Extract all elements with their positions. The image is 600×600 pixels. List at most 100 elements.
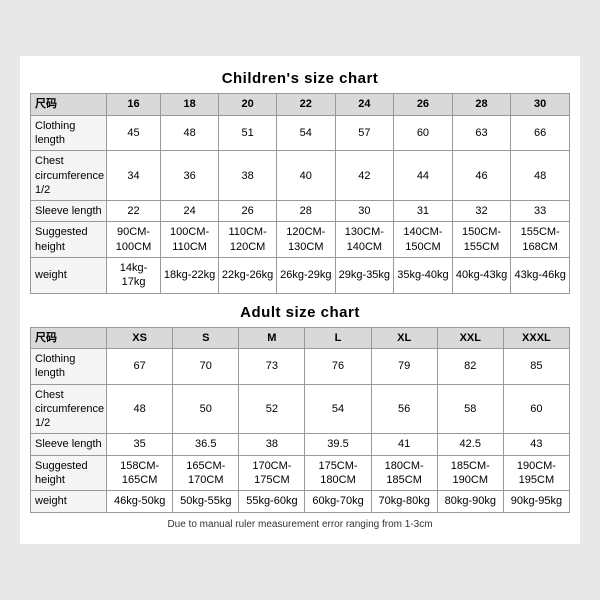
row-label: Sleeve length: [31, 434, 107, 455]
children-chart-title: Children's size chart: [30, 70, 570, 87]
row-label: Chest circumference 1/2: [31, 384, 107, 434]
row-label: Clothing length: [31, 115, 107, 151]
row-value: 120CM-130CM: [277, 222, 336, 258]
row-value: 42: [335, 151, 394, 201]
row-value: 40kg-43kg: [452, 258, 511, 294]
header-size: M: [239, 327, 305, 348]
row-label: weight: [31, 258, 107, 294]
row-value: 76: [305, 348, 371, 384]
row-value: 39.5: [305, 434, 371, 455]
row-value: 57: [335, 115, 394, 151]
row-value: 14kg-17kg: [107, 258, 161, 294]
row-value: 90CM-100CM: [107, 222, 161, 258]
row-value: 34: [107, 151, 161, 201]
adult-chart-title: Adult size chart: [30, 304, 570, 321]
row-value: 60: [503, 384, 569, 434]
table-row: Clothing length67707376798285: [31, 348, 570, 384]
header-size: 20: [219, 94, 277, 115]
row-value: 155CM-168CM: [511, 222, 570, 258]
row-value: 35kg-40kg: [394, 258, 453, 294]
header-size: 26: [394, 94, 453, 115]
table-row: Clothing length4548515457606366: [31, 115, 570, 151]
row-value: 180CM-185CM: [371, 455, 437, 491]
row-value: 32: [452, 201, 511, 222]
row-value: 28: [277, 201, 336, 222]
row-value: 63: [452, 115, 511, 151]
row-value: 85: [503, 348, 569, 384]
row-label: Clothing length: [31, 348, 107, 384]
row-value: 90kg-95kg: [503, 491, 569, 512]
row-value: 45: [107, 115, 161, 151]
row-value: 33: [511, 201, 570, 222]
row-value: 50kg-55kg: [173, 491, 239, 512]
row-value: 50: [173, 384, 239, 434]
row-value: 73: [239, 348, 305, 384]
header-size: L: [305, 327, 371, 348]
header-label: 尺码: [31, 327, 107, 348]
row-value: 60: [394, 115, 453, 151]
row-value: 110CM-120CM: [219, 222, 277, 258]
row-value: 35: [107, 434, 173, 455]
row-value: 55kg-60kg: [239, 491, 305, 512]
header-label: 尺码: [31, 94, 107, 115]
header-size: 22: [277, 94, 336, 115]
row-value: 38: [239, 434, 305, 455]
row-value: 22: [107, 201, 161, 222]
row-value: 150CM-155CM: [452, 222, 511, 258]
row-value: 52: [239, 384, 305, 434]
header-size: S: [173, 327, 239, 348]
row-label: Suggested height: [31, 455, 107, 491]
row-value: 54: [305, 384, 371, 434]
header-size: XXL: [437, 327, 503, 348]
table-row: weight46kg-50kg50kg-55kg55kg-60kg60kg-70…: [31, 491, 570, 512]
row-value: 70kg-80kg: [371, 491, 437, 512]
row-label: weight: [31, 491, 107, 512]
row-label: Sleeve length: [31, 201, 107, 222]
row-value: 165CM-170CM: [173, 455, 239, 491]
header-size: XL: [371, 327, 437, 348]
header-size: 18: [160, 94, 218, 115]
row-value: 42.5: [437, 434, 503, 455]
row-value: 41: [371, 434, 437, 455]
row-label: Chest circumference 1/2: [31, 151, 107, 201]
row-value: 26: [219, 201, 277, 222]
table-row: Chest circumference 1/248505254565860: [31, 384, 570, 434]
row-value: 67: [107, 348, 173, 384]
row-value: 30: [335, 201, 394, 222]
header-size: 30: [511, 94, 570, 115]
row-value: 190CM-195CM: [503, 455, 569, 491]
header-size: 24: [335, 94, 394, 115]
row-value: 46kg-50kg: [107, 491, 173, 512]
row-value: 140CM-150CM: [394, 222, 453, 258]
row-value: 54: [277, 115, 336, 151]
size-chart-container: Children's size chart 尺码1618202224262830…: [20, 56, 580, 543]
row-value: 51: [219, 115, 277, 151]
row-label: Suggested height: [31, 222, 107, 258]
row-value: 60kg-70kg: [305, 491, 371, 512]
row-value: 100CM-110CM: [160, 222, 218, 258]
row-value: 170CM-175CM: [239, 455, 305, 491]
row-value: 18kg-22kg: [160, 258, 218, 294]
table-row: Suggested height90CM-100CM100CM-110CM110…: [31, 222, 570, 258]
header-size: 28: [452, 94, 511, 115]
row-value: 48: [511, 151, 570, 201]
table-row: Suggested height158CM-165CM165CM-170CM17…: [31, 455, 570, 491]
row-value: 66: [511, 115, 570, 151]
header-size: 16: [107, 94, 161, 115]
row-value: 185CM-190CM: [437, 455, 503, 491]
row-value: 36: [160, 151, 218, 201]
table-row: Sleeve length2224262830313233: [31, 201, 570, 222]
row-value: 130CM-140CM: [335, 222, 394, 258]
row-value: 58: [437, 384, 503, 434]
row-value: 46: [452, 151, 511, 201]
row-value: 48: [107, 384, 173, 434]
row-value: 43kg-46kg: [511, 258, 570, 294]
row-value: 80kg-90kg: [437, 491, 503, 512]
row-value: 43: [503, 434, 569, 455]
row-value: 158CM-165CM: [107, 455, 173, 491]
table-row: weight14kg-17kg18kg-22kg22kg-26kg26kg-29…: [31, 258, 570, 294]
header-size: XS: [107, 327, 173, 348]
row-value: 24: [160, 201, 218, 222]
row-value: 36.5: [173, 434, 239, 455]
row-value: 40: [277, 151, 336, 201]
